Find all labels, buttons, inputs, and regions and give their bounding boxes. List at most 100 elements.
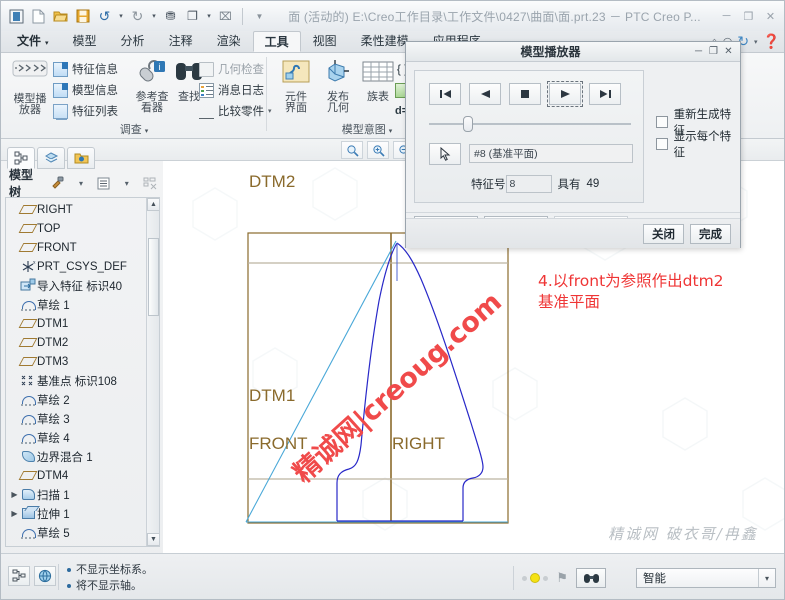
maximize-button[interactable]: ❐ — [742, 10, 755, 23]
close-window-icon[interactable]: ⌧ — [216, 7, 235, 26]
open-file-icon[interactable] — [51, 7, 70, 26]
tree-item-boundary-blend-2[interactable]: 边界混合 2 — [6, 542, 146, 547]
tree-item-dtm4[interactable]: DTM4 — [6, 466, 146, 485]
svg-text:i: i — [159, 62, 161, 72]
tree-item-top[interactable]: TOP — [6, 219, 146, 238]
folder-browser-tab[interactable] — [67, 147, 95, 169]
tree-item-sketch-5[interactable]: 草绘 5 — [6, 523, 146, 542]
display-dropdown-icon[interactable]: ▾ — [117, 174, 136, 192]
title-bar: ↺ ▾ ↻ ▾ ⛃ ❐ ▾ ⌧ ▼ 面 (活动的) E:\Creo工作目录\工作… — [1, 1, 784, 31]
model-tree-scrollbar[interactable]: ▲ ▼ — [146, 198, 159, 546]
tree-item-import-feature[interactable]: 导入特征 标识40 — [6, 276, 146, 295]
tree-item-sketch-1[interactable]: 草绘 1 — [6, 295, 146, 314]
datum-plane-icon — [18, 468, 38, 483]
app-menu-icon[interactable] — [7, 7, 26, 26]
expand-arrow-icon[interactable]: ▶ — [10, 490, 19, 499]
scroll-up-arrow[interactable]: ▲ — [147, 198, 159, 211]
playback-slider-thumb[interactable] — [463, 116, 473, 132]
globe-icon[interactable] — [34, 566, 56, 586]
close-button[interactable]: 关闭 — [643, 223, 684, 244]
tree-item-sketch-3[interactable]: 草绘 3 — [6, 409, 146, 428]
redo-icon[interactable]: ↻ — [128, 7, 147, 26]
playback-slider-track[interactable] — [429, 123, 631, 125]
tree-item-front[interactable]: FRONT — [6, 238, 146, 257]
chevron-down-icon[interactable]: ▾ — [758, 569, 775, 587]
ribbon-tab-view[interactable]: 视图 — [301, 31, 349, 52]
feature-info-item[interactable]: 特征信息 — [53, 61, 118, 77]
compare-parts-item[interactable]: 比较零件 ▾ — [199, 103, 272, 119]
ribbon-tab-file[interactable]: 文件 ▾ — [5, 31, 61, 52]
tree-item-sweep-1[interactable]: ▶ 扫描 1 — [6, 485, 146, 504]
dialog-close-button[interactable]: ✕ — [721, 46, 736, 57]
settings-icon[interactable] — [49, 174, 68, 192]
minimize-button[interactable]: ─ — [720, 10, 733, 23]
step-back-button[interactable] — [469, 83, 501, 105]
component-interface-button[interactable]: 元件 界面 — [273, 59, 319, 114]
skip-to-start-button[interactable] — [429, 83, 461, 105]
close-button[interactable]: ✕ — [764, 10, 777, 23]
zoom-box-button[interactable] — [341, 141, 363, 159]
finish-button[interactable]: 完成 — [690, 223, 731, 244]
play-button[interactable] — [547, 81, 583, 107]
help-icon[interactable]: ❓ — [763, 33, 780, 50]
tree-item-sketch-2[interactable]: 草绘 2 — [6, 390, 146, 409]
feature-number-input[interactable]: 8 — [505, 175, 552, 193]
display-icon[interactable] — [94, 174, 113, 192]
dialog-maximize-button[interactable]: ❐ — [706, 46, 721, 57]
new-file-icon[interactable] — [29, 7, 48, 26]
group-expand-icon[interactable]: ▾ — [145, 128, 149, 135]
datum-plane-icon — [18, 335, 38, 350]
regenerate-feature-checkbox[interactable] — [656, 116, 668, 128]
find-button[interactable] — [576, 568, 606, 588]
show-each-feature-checkbox[interactable] — [656, 138, 668, 150]
tree-item-sketch-4[interactable]: 草绘 4 — [6, 428, 146, 447]
expand-arrow-icon[interactable]: ▶ — [10, 509, 19, 518]
tree-item-dtm2[interactable]: DTM2 — [6, 333, 146, 352]
customize-dropdown-icon[interactable]: ▼ — [250, 7, 269, 26]
svg-text:DTM1: DTM1 — [249, 386, 295, 405]
select-feature-button[interactable] — [429, 143, 461, 165]
zoom-in-button[interactable] — [367, 141, 389, 159]
ribbon-tab-render[interactable]: 渲染 — [205, 31, 253, 52]
scroll-thumb[interactable] — [148, 238, 159, 316]
tree-item-right[interactable]: RIGHT — [6, 200, 146, 219]
selection-filter-combo[interactable]: 智能 ▾ — [636, 568, 776, 588]
window-switch-icon[interactable]: ❐ — [183, 7, 202, 26]
stop-button[interactable] — [509, 83, 541, 105]
tree-item-datum-point[interactable]: 基准点 标识108 — [6, 371, 146, 390]
selection-filter-icon[interactable] — [8, 566, 30, 586]
regenerate-icon[interactable]: ⛃ — [161, 7, 180, 26]
message-log-icon — [199, 82, 214, 98]
tree-item-boundary-blend-1[interactable]: 边界混合 1 — [6, 447, 146, 466]
settings-dropdown-icon[interactable]: ▾ — [72, 174, 91, 192]
ribbon-tab-annotate[interactable]: 注释 — [157, 31, 205, 52]
show-each-feature-checkbox-row[interactable]: 显示每个特征 — [656, 128, 740, 160]
geometry-check-item[interactable]: 几何检查 — [199, 61, 264, 77]
tree-item-dtm3[interactable]: DTM3 — [6, 352, 146, 371]
scroll-down-arrow[interactable]: ▼ — [147, 533, 159, 546]
redo-dropdown-icon[interactable]: ▾ — [150, 7, 158, 26]
skip-to-end-button[interactable] — [589, 83, 621, 105]
refresh-dropdown-icon[interactable]: ▾ — [754, 38, 758, 46]
model-player-dialog[interactable]: 模型播放器 ─ ❐ ✕ #8 (基准平面) 特征号 8 具有 49 重新生成特征… — [405, 41, 741, 248]
save-icon[interactable] — [73, 7, 92, 26]
ribbon-tab-analysis[interactable]: 分析 — [109, 31, 157, 52]
window-dropdown-icon[interactable]: ▾ — [205, 7, 213, 26]
ribbon-tab-tools[interactable]: 工具 — [252, 31, 301, 52]
undo-icon[interactable]: ↺ — [95, 7, 114, 26]
undo-dropdown-icon[interactable]: ▾ — [117, 7, 125, 26]
ribbon-tab-model[interactable]: 模型 — [61, 31, 109, 52]
flag-icon[interactable]: ⚑ — [556, 570, 568, 586]
dialog-minimize-button[interactable]: ─ — [691, 46, 706, 57]
tree-item-prt-csys-def[interactable]: x PRT_CSYS_DEF — [6, 257, 146, 276]
message-log-item[interactable]: 消息日志 — [199, 82, 264, 98]
tree-item-dtm1[interactable]: DTM1 — [6, 314, 146, 333]
filter-tree-icon[interactable] — [140, 174, 159, 192]
tree-item-label: 基准点 标识108 — [37, 375, 117, 388]
group-expand-icon-2[interactable]: ▾ — [389, 128, 393, 135]
feature-list-item[interactable]: 特征列表 — [53, 103, 118, 120]
tree-item-extrude-1[interactable]: ▶ 拉伸 1 — [6, 504, 146, 523]
tree-item-label: 边界混合 2 — [37, 544, 93, 547]
model-player-button[interactable]: 模型播 放器 — [7, 59, 53, 116]
model-info-item[interactable]: 模型信息 — [53, 82, 118, 98]
